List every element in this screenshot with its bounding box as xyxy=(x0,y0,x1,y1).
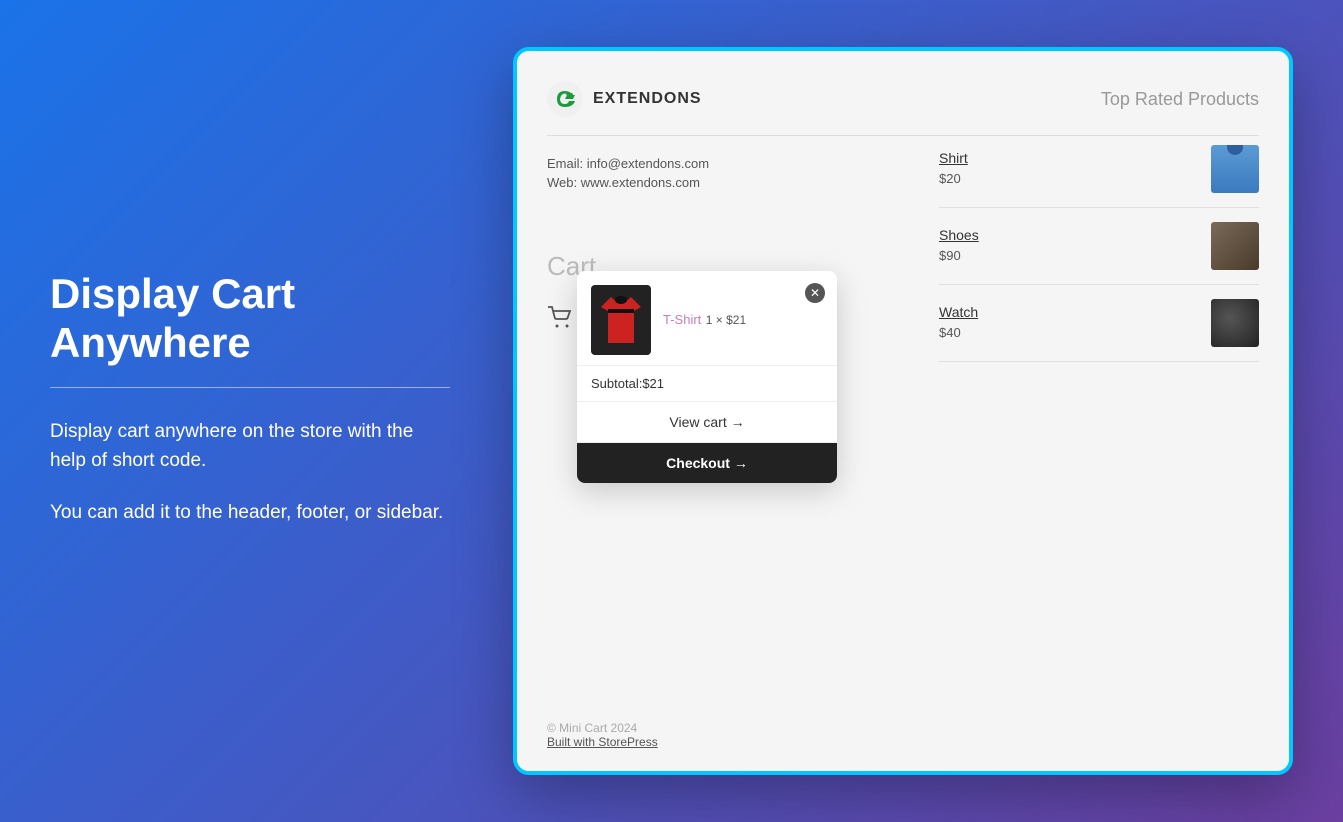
subtotal-label: Subtotal: xyxy=(591,376,642,391)
product-info-shirt: Shirt $20 xyxy=(939,150,1211,188)
main-title: Display Cart Anywhere xyxy=(50,270,450,367)
description-1: Display cart anywhere on the store with … xyxy=(50,418,450,475)
product-name-watch[interactable]: Watch xyxy=(939,304,1211,320)
popup-item-thumbnail xyxy=(591,285,651,355)
title-divider xyxy=(50,387,450,388)
popup-close-button[interactable]: ✕ xyxy=(805,283,825,303)
products-section: Shirt $20 Shoes $90 Watch $40 xyxy=(939,131,1259,362)
popup-item: T-Shirt 1 × $21 ✕ xyxy=(577,271,837,365)
cart-popup: T-Shirt 1 × $21 ✕ Subtotal:$21 View cart… xyxy=(577,271,837,483)
store-header: EXTENDONS Top Rated Products xyxy=(547,81,1259,136)
shoes-thumbnail xyxy=(1211,222,1259,270)
cart-icon xyxy=(547,306,575,328)
description-2: You can add it to the header, footer, or… xyxy=(50,499,450,528)
product-info-watch: Watch $40 xyxy=(939,304,1211,342)
popup-item-info: T-Shirt 1 × $21 xyxy=(663,311,823,329)
product-price-shoes: $90 xyxy=(939,248,961,263)
product-name-shirt[interactable]: Shirt xyxy=(939,150,1211,166)
checkout-button[interactable]: Checkout → xyxy=(577,443,837,483)
product-item-shoes: Shoes $90 xyxy=(939,208,1259,285)
shirt-thumbnail xyxy=(1211,145,1259,193)
subtotal-value: $21 xyxy=(642,376,664,391)
brand-name: EXTENDONS xyxy=(593,90,702,108)
product-price-shirt: $20 xyxy=(939,171,961,186)
product-item-shirt: Shirt $20 xyxy=(939,131,1259,208)
watch-thumbnail xyxy=(1211,299,1259,347)
popup-item-qty: 1 × $21 xyxy=(706,313,746,327)
footer-link[interactable]: Built with StorePress xyxy=(547,735,658,749)
browser-mockup: EXTENDONS Top Rated Products Email: info… xyxy=(513,47,1293,775)
product-name-shoes[interactable]: Shoes xyxy=(939,227,1211,243)
extendons-logo-icon xyxy=(547,81,583,117)
popup-item-name: T-Shirt xyxy=(663,312,701,327)
footer-copyright: © Mini Cart 2024 xyxy=(547,721,637,735)
browser-content: EXTENDONS Top Rated Products Email: info… xyxy=(517,51,1289,771)
left-panel: Display Cart Anywhere Display cart anywh… xyxy=(50,270,450,551)
view-cart-button[interactable]: View cart → xyxy=(577,402,837,443)
product-item-watch: Watch $40 xyxy=(939,285,1259,362)
product-info-shoes: Shoes $90 xyxy=(939,227,1211,265)
top-rated-label: Top Rated Products xyxy=(1101,89,1259,110)
logo-area: EXTENDONS xyxy=(547,81,702,117)
product-price-watch: $40 xyxy=(939,325,961,340)
store-footer: © Mini Cart 2024 Built with StorePress xyxy=(547,721,658,749)
popup-subtotal: Subtotal:$21 xyxy=(577,366,837,401)
tshirt-icon xyxy=(596,291,646,349)
